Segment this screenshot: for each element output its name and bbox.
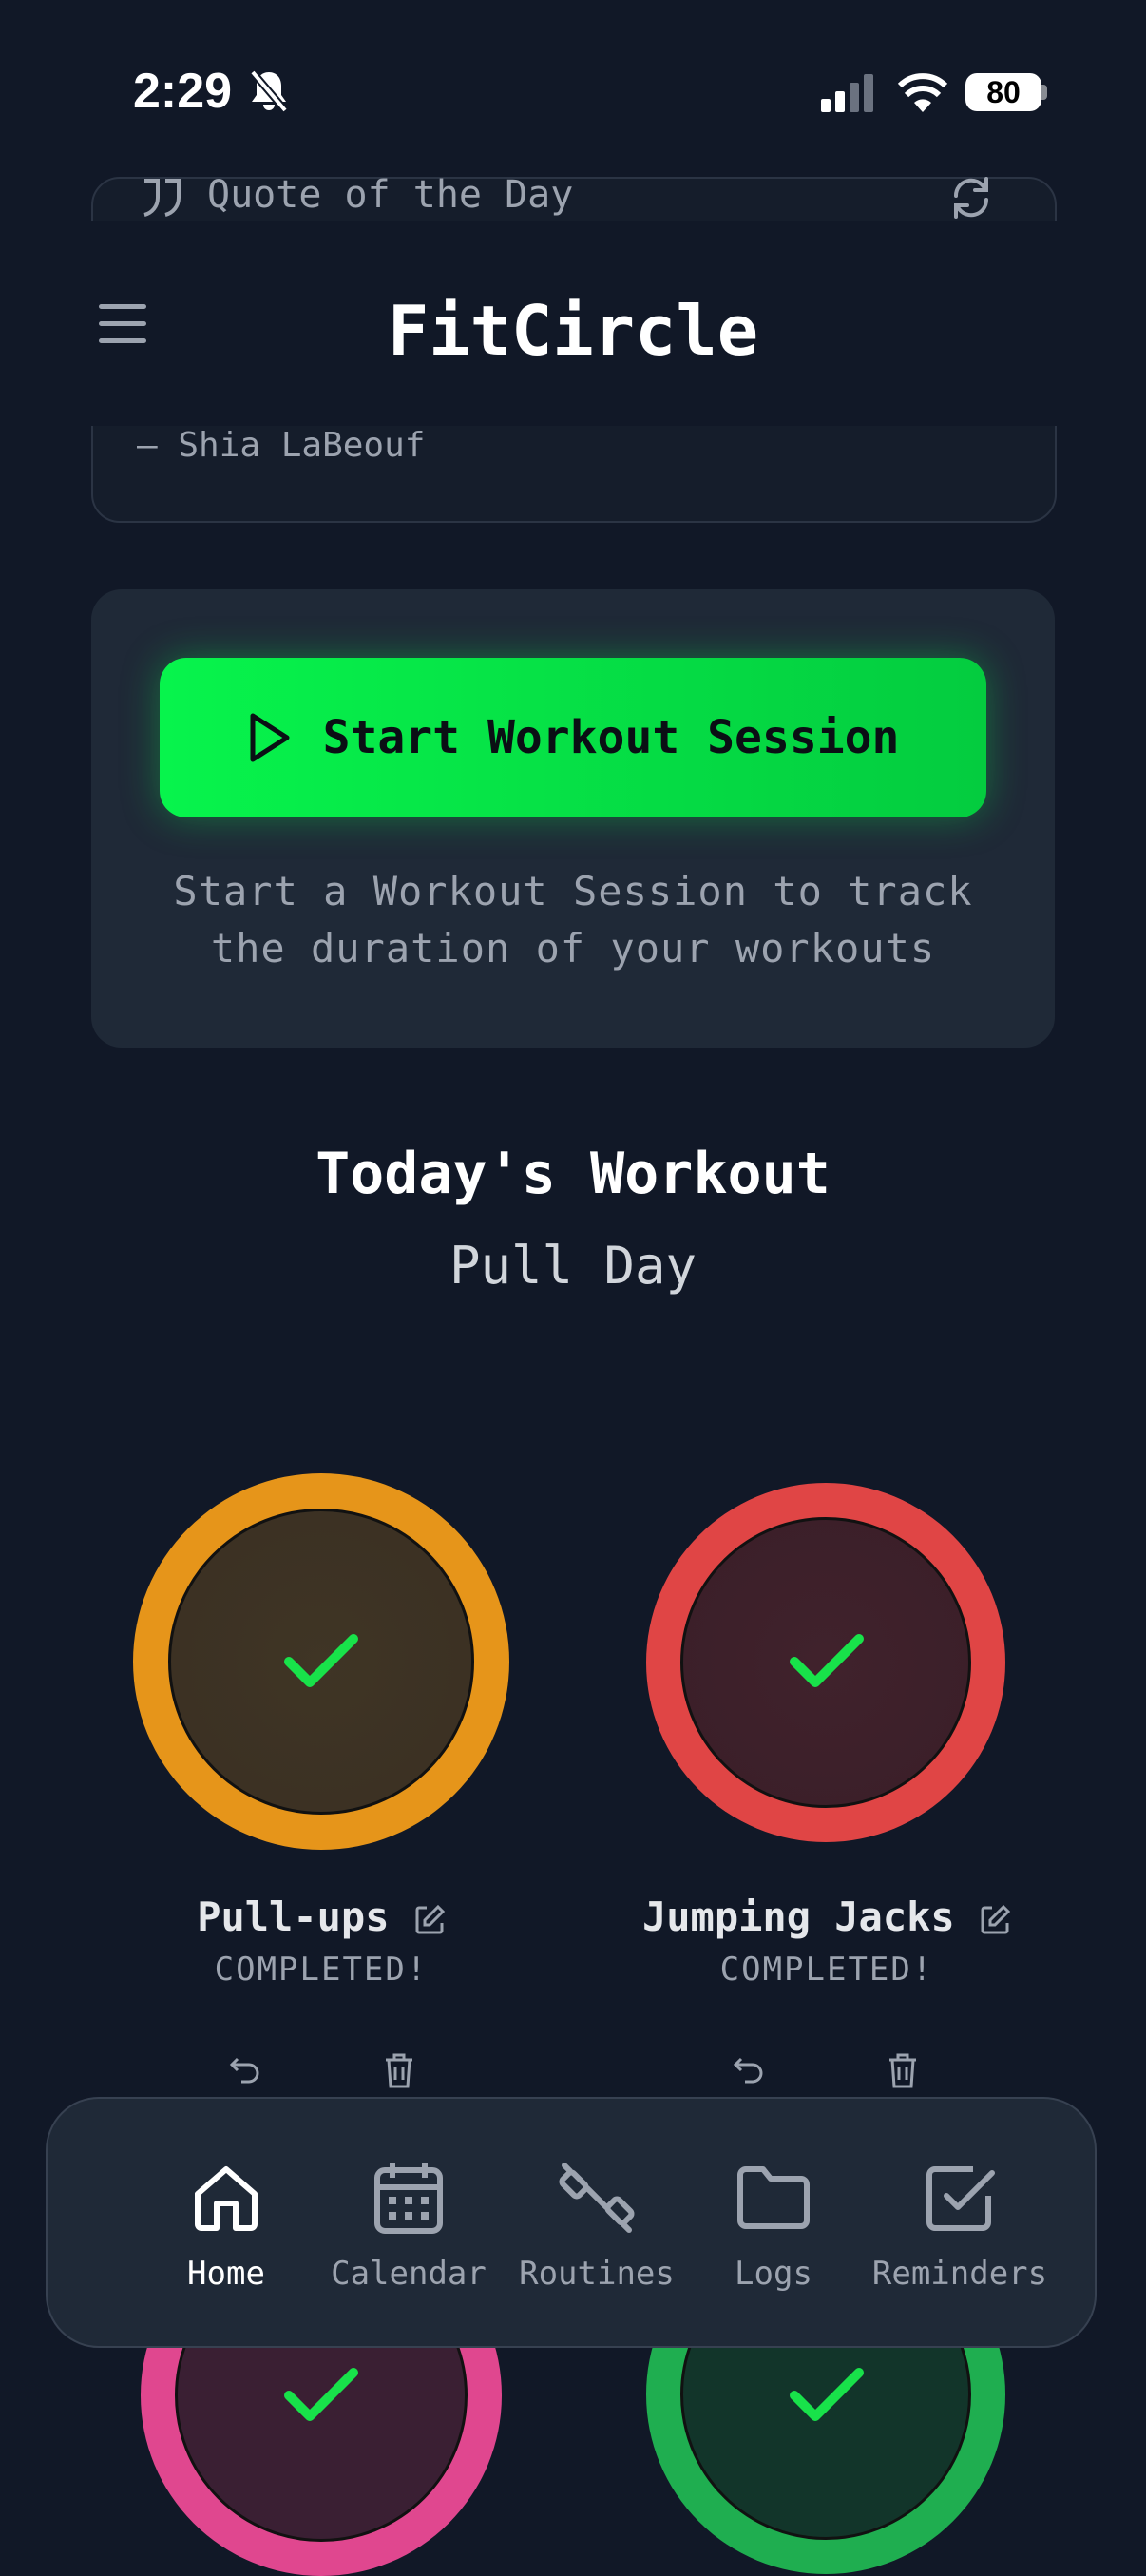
wifi-icon (897, 73, 948, 112)
undo-icon[interactable] (228, 2053, 262, 2087)
bottom-nav: Home Calendar Routines Logs Reminders (46, 2097, 1097, 2348)
exercise-name-text: Jumping Jacks (641, 1894, 955, 1940)
exercise-name: Jumping Jacks (627, 1894, 1026, 1940)
calendar-icon (374, 2163, 443, 2234)
check-icon (790, 2368, 864, 2421)
edit-icon[interactable] (413, 1904, 446, 1936)
nav-label: Logs (735, 2255, 812, 2293)
exercise-name-text: Pull-ups (197, 1894, 390, 1940)
play-icon (250, 713, 290, 762)
quote-author: — Shia LaBeouf (137, 426, 426, 465)
bell-muted-icon (249, 69, 289, 112)
dumbbell-icon (559, 2163, 635, 2233)
undo-icon[interactable] (732, 2053, 766, 2087)
quote-title: Quote of the Day (207, 173, 574, 217)
nav-label: Home (187, 2255, 265, 2293)
quote-icon (143, 179, 181, 217)
routine-name: Pull Day (449, 1236, 697, 1296)
edit-icon[interactable] (979, 1904, 1011, 1936)
battery-tip (1041, 85, 1047, 100)
exercise-status: COMPLETED! (214, 1951, 429, 1989)
checkbox-icon (926, 2166, 995, 2231)
nav-logs[interactable]: Logs (678, 2099, 869, 2350)
nav-label: Calendar (331, 2255, 487, 2293)
exercise-name: Pull-ups (133, 1894, 509, 1940)
app-title: FitCircle (387, 291, 759, 371)
start-workout-label: Start Workout Session (322, 711, 900, 764)
check-icon (284, 2368, 358, 2421)
exercise-status: COMPLETED! (719, 1951, 934, 1989)
check-icon (790, 1634, 864, 1687)
trash-icon[interactable] (886, 2051, 920, 2089)
today-title: Today's Workout (315, 1141, 831, 1207)
signal-icon (821, 74, 873, 112)
nav-reminders[interactable]: Reminders (853, 2099, 1066, 2350)
nav-label: Reminders (871, 2255, 1048, 2293)
check-icon (284, 1634, 358, 1687)
trash-icon[interactable] (382, 2051, 416, 2089)
nav-routines[interactable]: Routines (485, 2099, 709, 2350)
refresh-icon[interactable] (948, 175, 994, 221)
nav-label: Routines (519, 2255, 675, 2293)
battery-indicator: 80 (965, 73, 1041, 111)
home-icon (195, 2166, 258, 2231)
start-workout-button[interactable]: Start Workout Session (160, 658, 986, 817)
folder-icon (737, 2166, 810, 2229)
session-hint: Start a Workout Session to track the dur… (173, 868, 973, 971)
status-time: 2:29 (133, 64, 233, 119)
